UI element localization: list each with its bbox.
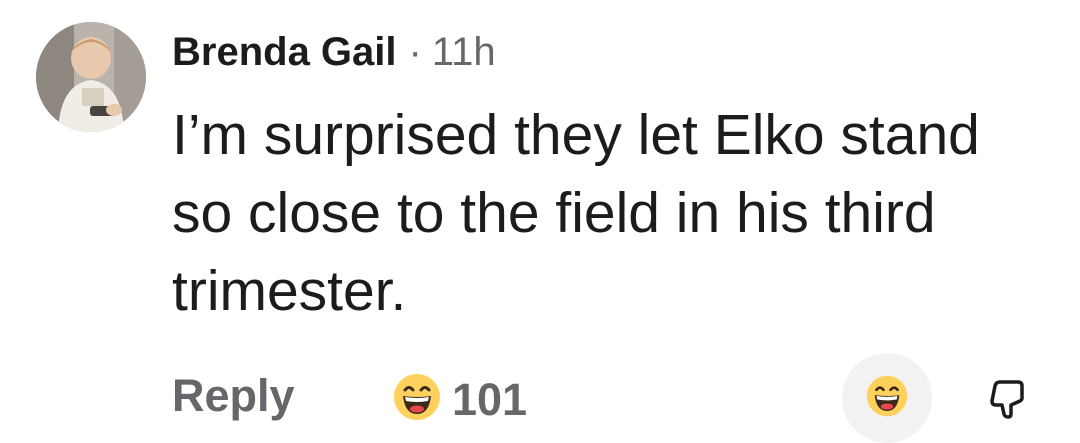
laughing-emoji-icon <box>865 374 909 423</box>
reaction-count: 101 <box>452 373 528 425</box>
laughing-emoji-icon <box>392 372 442 427</box>
reply-button[interactable]: Reply <box>172 370 295 422</box>
separator-dot: · <box>408 29 422 74</box>
avatar[interactable] <box>36 22 146 132</box>
avatar-photo <box>36 22 146 132</box>
dislike-button[interactable] <box>986 376 1030 420</box>
reaction-summary[interactable]: 101 <box>392 372 527 427</box>
comment-text: I’m surprised they let Elko stand so clo… <box>172 103 980 323</box>
comment-timestamp[interactable]: 11h <box>432 30 496 75</box>
react-button[interactable] <box>842 353 932 443</box>
comment-actions: Reply 101 <box>0 350 1080 443</box>
comment-header: Brenda Gail · 11h <box>172 26 496 78</box>
comment-author-name[interactable]: Brenda Gail <box>172 30 397 75</box>
thumbs-down-icon <box>986 380 1030 424</box>
